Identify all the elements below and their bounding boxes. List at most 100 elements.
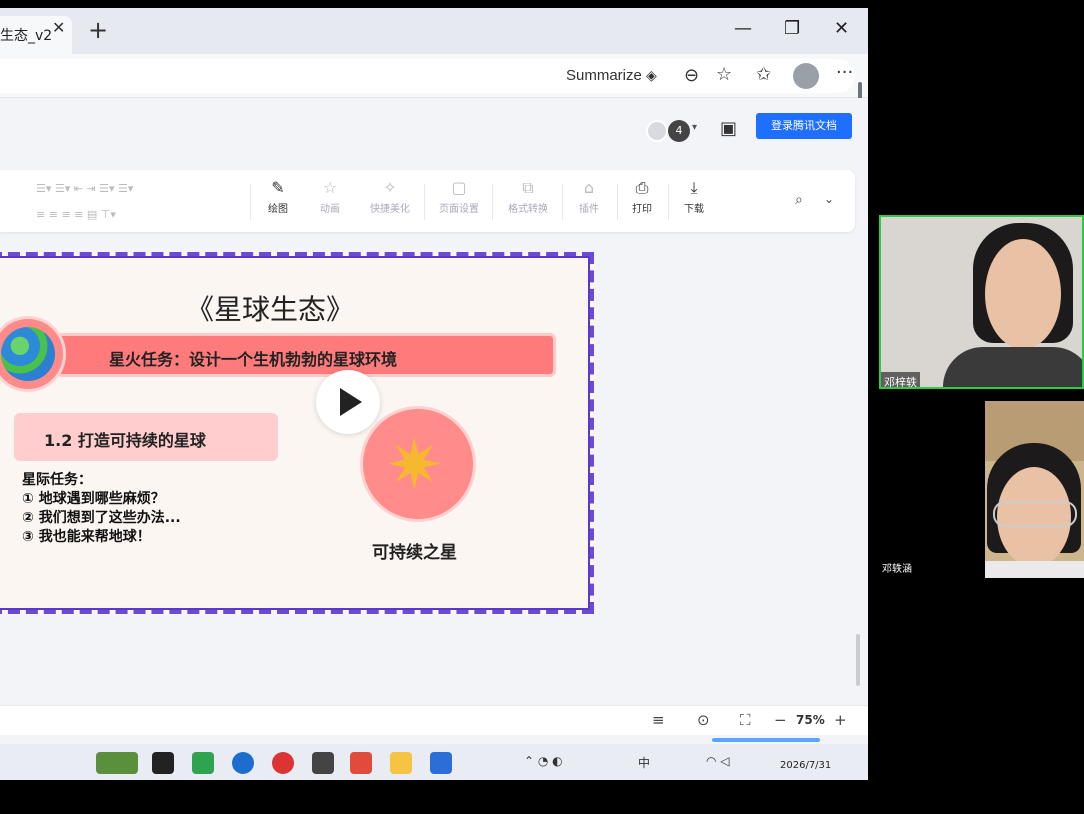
toolbar-download[interactable]: ⤓ 下载 [666, 178, 722, 215]
edge-icon[interactable] [232, 752, 254, 774]
tasks-heading: 星际任务： [22, 472, 92, 488]
plugin-icon: ⌂ [583, 178, 595, 197]
address-bar: Summarize ◈ ⊖ ☆ ✩ ··· [0, 54, 868, 98]
participant-name: 邓梓轶 [881, 372, 920, 387]
task-item: ① 地球遇到哪些麻烦？ [22, 491, 165, 507]
toolbar-label: 绘图 [268, 204, 288, 215]
toolbar-beautify[interactable]: ✧ 快捷美化 [362, 178, 418, 215]
glasses [993, 501, 1077, 527]
align-icons[interactable]: ≡ ≡ ≡ ≡ ▤ ⊤▾ [36, 208, 116, 221]
toolbar-animation[interactable]: ☆ 动画 [302, 178, 358, 215]
toolbar-draw[interactable]: ✎ 绘图 [250, 178, 306, 215]
app-icon[interactable] [312, 752, 334, 774]
os-taskbar: ⌃ ◔ ◐ 中 ◠ ◁ 2026/7/31 [0, 744, 868, 780]
tab-title: 生态_v2 [0, 28, 53, 44]
toolbar-page-setup[interactable]: ▢ 页面设置 [431, 178, 487, 215]
star-caption: 可持续之星 [372, 543, 457, 563]
scrollbar-thumb[interactable] [856, 634, 860, 686]
tab-close-icon[interactable]: ✕ [52, 18, 65, 37]
wps-icon[interactable] [350, 752, 372, 774]
toolbar-label: 页面设置 [439, 204, 479, 215]
zoom-in-icon[interactable]: + [834, 711, 847, 729]
tasks-list: 星际任务： ① 地球遇到哪些麻烦？ ② 我们想到了这些办法... ③ 我也能来帮… [22, 471, 181, 547]
toolbar-label: 格式转换 [508, 204, 548, 215]
zoom-icon[interactable]: ⊖ [684, 65, 699, 86]
toolbar-label: 打印 [632, 204, 652, 215]
subtitle-box: 1.2 打造可持续的星球 [14, 413, 278, 461]
app-thumbnail[interactable] [96, 752, 138, 774]
close-window-icon[interactable]: ✕ [834, 18, 849, 39]
present-icon[interactable]: ▣ [720, 118, 737, 139]
globe-icon [1, 327, 55, 381]
slide-canvas[interactable]: 《星球生态》 星火任务：设计一个生机勃勃的星球环境 1.2 打造可持续的星球 星… [0, 252, 594, 614]
slide-title: 《星球生态》 [186, 293, 355, 326]
mission-banner: 星火任务：设计一个生机勃勃的星球环境 [56, 333, 556, 377]
progress-indicator [712, 738, 820, 742]
toolbar-label: 下载 [684, 204, 704, 215]
document-header: 4 ▾ ▣ 登录腾讯文档 [0, 98, 868, 164]
participant-face [985, 239, 1061, 349]
copilot-icon: ◈ [646, 67, 657, 83]
globe-badge [0, 316, 66, 392]
new-tab-icon[interactable]: + [88, 16, 108, 44]
status-bar: ≡ ⊙ ⛶ − 75% + [0, 705, 868, 735]
zoom-level[interactable]: 75% [796, 713, 825, 727]
notes-icon[interactable]: ≡ [652, 711, 665, 729]
toolbar-label: 插件 [579, 204, 599, 215]
task-item: ③ 我也能来帮地球！ [22, 529, 151, 545]
folder-icon[interactable] [390, 752, 412, 774]
video-tile-participant1[interactable]: 邓梓轶 [879, 215, 1084, 389]
slideshow-icon[interactable]: ⊙ [697, 711, 710, 729]
fit-screen-icon[interactable]: ⛶ [740, 711, 751, 729]
toolbar-label: 动画 [320, 204, 340, 215]
app-icon[interactable] [272, 752, 294, 774]
restore-icon[interactable]: ❐ [784, 18, 800, 39]
task-item: ② 我们想到了这些办法... [22, 510, 181, 526]
animation-icon: ☆ [322, 178, 338, 197]
chevron-down-icon[interactable]: ▾ [692, 122, 697, 133]
search-icon[interactable]: ⌕ [795, 192, 803, 208]
favorites-list-icon[interactable]: ✩ [756, 64, 771, 85]
collaborator-avatar[interactable] [646, 120, 668, 142]
chevron-down-icon[interactable]: ⌄ [824, 192, 834, 206]
more-menu-icon[interactable]: ··· [836, 62, 853, 83]
profile-avatar[interactable] [793, 63, 819, 89]
subtitle-text: 1.2 打造可持续的星球 [44, 431, 206, 450]
participant-body [985, 561, 1084, 578]
participant-body [943, 347, 1082, 387]
favorite-star-icon[interactable]: ☆ [716, 64, 732, 85]
tab-bar: 生态_v2 ✕ + — ❐ ✕ [0, 8, 868, 54]
download-icon: ⤓ [690, 178, 698, 197]
clock-date: 2026/7/31 [780, 760, 832, 771]
login-button[interactable]: 登录腾讯文档 [756, 113, 852, 139]
summarize-label: Summarize [566, 67, 642, 84]
video-tile-participant2[interactable] [985, 401, 1084, 578]
play-button[interactable] [316, 370, 380, 434]
tray-icons[interactable]: ⌃ ◔ ◐ [524, 754, 563, 768]
print-icon: ⎙ [635, 178, 649, 197]
app-icon[interactable] [430, 752, 452, 774]
toolbar-plugin[interactable]: ⌂ 插件 [561, 178, 617, 215]
mission-text: 星火任务：设计一个生机勃勃的星球环境 [109, 350, 398, 369]
play-icon [340, 388, 362, 416]
toolbar-divider [492, 184, 493, 220]
page-setup-icon: ▢ [451, 178, 467, 197]
editor-toolbar: ☰▾ ☰▾ ⇤ ⇥ ☰▾ ☰▾ ≡ ≡ ≡ ≡ ▤ ⊤▾ ✎ 绘图 ☆ 动画 ✧… [0, 170, 855, 232]
beautify-icon: ✧ [383, 178, 397, 197]
zoom-out-icon[interactable]: − [774, 711, 787, 729]
star-badge: ✷ [360, 406, 476, 522]
toolbar-label: 快捷美化 [370, 204, 410, 215]
star-icon: ✷ [385, 424, 444, 506]
app-icon[interactable] [152, 752, 174, 774]
collaborator-count[interactable]: 4 [668, 120, 690, 142]
toolbar-print[interactable]: ⎙ 打印 [614, 178, 670, 215]
wifi-icon[interactable]: ◠ ◁ [706, 754, 730, 768]
browser-window: 生态_v2 ✕ + — ❐ ✕ Summarize ◈ ⊖ ☆ ✩ ··· 4 … [0, 8, 868, 780]
bullet-list-icon[interactable]: ☰▾ ☰▾ ⇤ ⇥ ☰▾ ☰▾ [36, 182, 133, 195]
summarize-button[interactable]: Summarize ◈ [566, 67, 657, 84]
toolbar-format-convert[interactable]: ⧉ 格式转换 [500, 178, 556, 215]
draw-icon: ✎ [271, 178, 285, 197]
ime-indicator[interactable]: 中 [638, 754, 650, 771]
wechat-icon[interactable] [192, 752, 214, 774]
minimize-icon[interactable]: — [734, 18, 752, 39]
